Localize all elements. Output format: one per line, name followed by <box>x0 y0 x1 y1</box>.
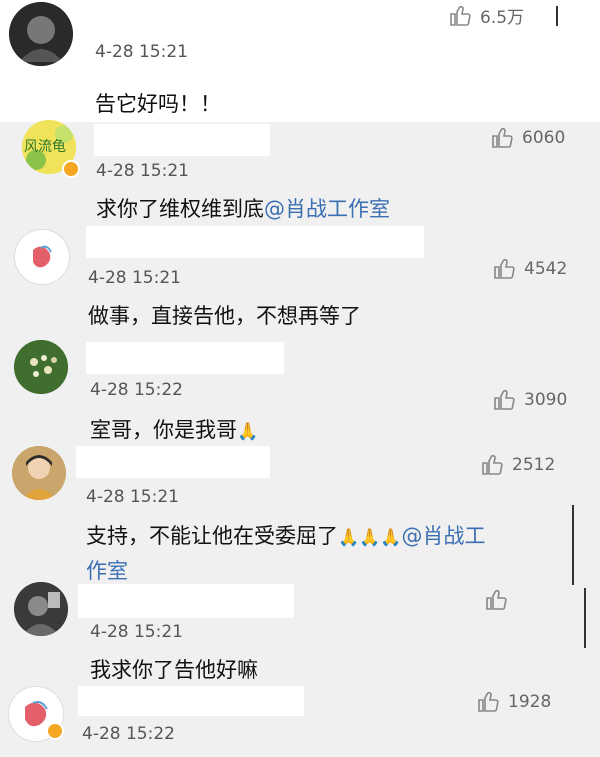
username-redacted <box>78 686 304 716</box>
comment-text: 室哥，你是我哥🙏 <box>90 418 259 442</box>
thumbs-up-icon <box>492 388 516 412</box>
comment-text: 告它好吗！！ <box>95 92 221 116</box>
thumbs-up-icon <box>492 257 516 281</box>
like-button[interactable]: 6060 <box>490 126 565 150</box>
comment-time: 4-28 15:21 <box>96 161 189 181</box>
username-redacted <box>78 584 294 618</box>
avatar[interactable] <box>9 2 73 66</box>
like-count: 3090 <box>524 390 568 410</box>
comment-time: 4-28 15:22 <box>90 380 183 400</box>
like-count: 6060 <box>522 128 566 148</box>
avatar[interactable] <box>14 229 70 285</box>
avatar[interactable] <box>14 340 68 394</box>
like-button[interactable]: 1928 <box>476 690 551 714</box>
comment-time: 4-28 15:21 <box>90 622 183 642</box>
edge-divider <box>584 588 586 648</box>
avatar[interactable] <box>12 446 66 500</box>
comment-text: 做事，直接告他，不想再等了 <box>88 304 361 328</box>
thumbs-up-icon <box>448 4 472 28</box>
comment-time: 4-28 15:22 <box>82 724 175 744</box>
comment-text: 支持，不能让他在受委屈了🙏🙏🙏@肖战工 作室 <box>86 524 486 583</box>
username-redacted <box>86 342 284 374</box>
avatar[interactable] <box>14 582 68 636</box>
pray-emoji: 🙏🙏🙏 <box>338 528 402 548</box>
mention-link-continued[interactable]: 作室 <box>86 559 128 583</box>
comment-time: 4-28 15:21 <box>95 42 188 62</box>
pray-emoji: 🙏 <box>237 422 259 442</box>
like-count: 4542 <box>524 259 568 279</box>
mention-link[interactable]: @肖战工作室 <box>264 197 390 221</box>
edge-divider <box>556 6 558 26</box>
username-redacted <box>94 124 270 156</box>
like-button[interactable] <box>484 588 516 612</box>
username-redacted <box>86 226 424 258</box>
thumbs-up-icon <box>476 690 500 714</box>
thumbs-up-icon <box>480 453 504 477</box>
comment-time: 4-28 15:21 <box>86 487 179 507</box>
verified-badge-icon <box>62 160 80 178</box>
verified-badge-icon <box>46 722 64 740</box>
thumbs-up-icon <box>484 588 508 612</box>
like-count: 2512 <box>512 455 556 475</box>
like-button[interactable]: 6.5万 <box>448 3 524 28</box>
thumbs-up-icon <box>490 126 514 150</box>
like-count: 6.5万 <box>480 8 525 28</box>
comment-time: 4-28 15:21 <box>88 268 181 288</box>
edge-divider <box>572 505 574 585</box>
username-redacted <box>76 446 270 478</box>
mention-link[interactable]: @肖战工 <box>402 524 486 548</box>
like-count: 1928 <box>508 692 552 712</box>
comment-text: 求你了维权维到底@肖战工作室 <box>96 197 390 221</box>
avatar-label: 风流龟 <box>24 139 66 155</box>
comment-text: 我求你了告他好嘛 <box>90 658 258 682</box>
like-button[interactable]: 2512 <box>480 453 555 477</box>
like-button[interactable]: 3090 <box>492 388 567 412</box>
like-button[interactable]: 4542 <box>492 257 567 281</box>
